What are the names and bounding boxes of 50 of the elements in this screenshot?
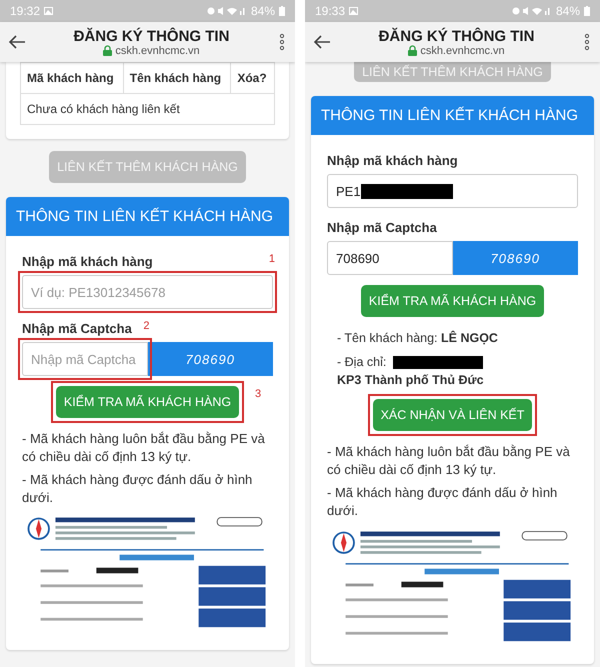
- action-button[interactable]: KIỂM TRA MÃ KHÁCH HÀNG: [56, 386, 240, 418]
- info-label: - Địa chỉ:: [337, 355, 388, 370]
- captcha-image: 708690: [148, 342, 273, 376]
- annotation-number: 2: [143, 320, 150, 332]
- field-label: Nhập mã Captcha: [22, 321, 132, 336]
- info-value: LÊ NGỌC: [441, 330, 498, 347]
- annotation-number: 3: [254, 388, 262, 400]
- status-icons: [512, 6, 552, 16]
- field-label: Nhập mã Captcha: [327, 220, 437, 235]
- input-field[interactable]: Nhập mã Captcha: [22, 342, 148, 376]
- battery-icon: [584, 6, 590, 16]
- lock-icon: [103, 45, 112, 56]
- site-url: cskh.evnhcmc.vn: [115, 44, 200, 56]
- image-icon: [349, 7, 358, 15]
- action-button[interactable]: KIỂM TRA MÃ KHÁCH HÀNG: [360, 285, 544, 317]
- column-header: Xóa?: [230, 62, 274, 94]
- input-field[interactable]: 708690: [327, 241, 452, 275]
- hint-text: - Mã khách hàng được đánh dấu ở hình dưới.: [22, 471, 254, 506]
- placeholder: Ví dụ: PE13012345678: [31, 284, 166, 300]
- placeholder: Nhập mã Captcha: [31, 352, 136, 366]
- annotation-number: 1: [268, 253, 275, 265]
- battery-level: 84%: [250, 4, 275, 18]
- field-label: Nhập mã khách hàng: [22, 254, 153, 269]
- input-field[interactable]: PE1: [327, 174, 578, 208]
- hint-text: - Mã khách hàng luôn bắt đầu bằng PE và có chiều dài cố định 13 ký tự.: [327, 443, 571, 478]
- empty-message: Chưa có khách hàng liên kết: [20, 94, 274, 124]
- card-header: THÔNG TIN LIÊN KẾT KHÁCH HÀNG: [6, 197, 289, 236]
- column-header: Tên khách hàng: [123, 62, 231, 94]
- site-url: cskh.evnhcmc.vn: [420, 44, 505, 56]
- field-label: Nhập mã khách hàng: [327, 153, 458, 168]
- lock-icon: [408, 45, 418, 56]
- hint-text: - Mã khách hàng luôn bắt đầu bằng PE và có chiều dài cố định 13 ký tự.: [22, 430, 266, 466]
- field-value: PE1: [336, 184, 361, 198]
- captcha-image: 708690: [452, 241, 578, 275]
- status-icons: [206, 6, 247, 16]
- clock: 19:33: [315, 4, 346, 18]
- field-value: 708690: [336, 250, 380, 266]
- battery-icon: [279, 6, 285, 16]
- hint-text: - Mã khách hàng được đánh dấu ở hình dưới.: [327, 484, 558, 520]
- input-field[interactable]: Ví dụ: PE13012345678: [22, 275, 273, 309]
- info-value: KP3 Thành phố Thủ Đức: [337, 372, 484, 390]
- image-icon: [44, 7, 54, 15]
- page-title: ĐĂNG KÝ THÔNG TIN: [74, 28, 230, 44]
- column-header: Mã khách hàng: [20, 62, 124, 94]
- action-button[interactable]: XÁC NHẬN VÀ LIÊN KẾT: [372, 399, 532, 432]
- info-label: - Tên khách hàng:: [337, 331, 439, 345]
- clock: 19:32: [10, 4, 40, 18]
- page-title: ĐĂNG KÝ THÔNG TIN: [378, 28, 534, 44]
- card-header: THÔNG TIN LIÊN KẾT KHÁCH HÀNG: [311, 96, 594, 135]
- battery-level: 84%: [556, 4, 580, 18]
